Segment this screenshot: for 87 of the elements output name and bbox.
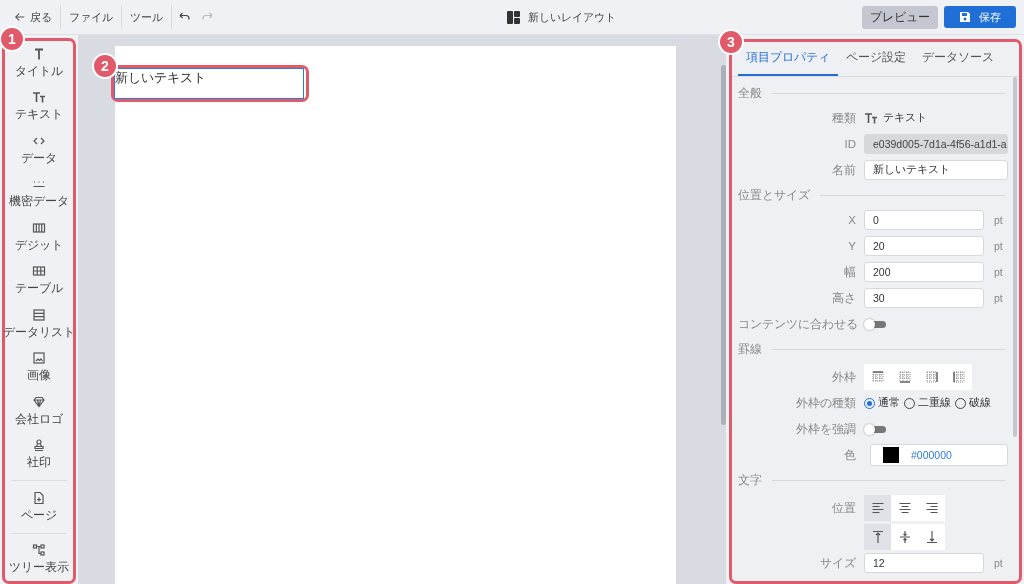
field-label: 色 [843, 447, 856, 463]
radio-option[interactable]: 破線 [955, 396, 991, 410]
page-add-icon [32, 490, 46, 505]
table-icon [32, 264, 46, 279]
field-label: 種類 [831, 110, 856, 126]
diamond-icon [32, 394, 46, 409]
back-button[interactable]: 戻る [6, 6, 60, 28]
document-title: 新しいレイアウト [527, 9, 616, 25]
unit-label: pt [994, 292, 1003, 304]
alignment-button[interactable] [864, 524, 891, 550]
align-left-icon [870, 501, 885, 515]
field-label: Y [847, 240, 856, 252]
field-label: サイズ [819, 555, 856, 571]
sidebar-item[interactable]: テーブル [5, 258, 73, 302]
align-middle-icon [897, 530, 912, 544]
border-top-icon [870, 370, 885, 384]
stamp-icon [32, 438, 46, 453]
field-label: 高さ [831, 290, 856, 306]
toggle-switch[interactable] [864, 423, 886, 435]
color-field[interactable]: #000000 [870, 444, 1008, 466]
field-label: 幅 [843, 264, 856, 280]
tab[interactable]: ページ設定 [838, 42, 914, 76]
number-field[interactable]: 12 [864, 553, 984, 573]
text-size-icon [32, 90, 46, 105]
color-value: #000000 [911, 449, 952, 461]
tab[interactable]: データソース [914, 42, 1002, 76]
radio-option[interactable]: 二重線 [904, 396, 951, 410]
unit-label: pt [994, 266, 1003, 278]
sidebar-item[interactable]: テキスト [5, 84, 73, 128]
image-icon [32, 351, 46, 366]
scrollbar[interactable] [1013, 77, 1017, 437]
field-label: X [847, 214, 856, 226]
toggle-switch[interactable] [864, 318, 886, 330]
border-bottom-icon [897, 370, 912, 384]
border-right-icon [924, 370, 939, 384]
section-title: 罫線 [738, 341, 762, 357]
section-title: 全般 [738, 85, 762, 101]
sidebar-item[interactable]: デジット [5, 215, 73, 259]
align-bottom-icon [924, 530, 939, 544]
type-value: テキスト [864, 111, 927, 125]
text-size-icon [864, 111, 878, 125]
align-center-icon [897, 501, 912, 515]
field-label: 名前 [831, 162, 856, 178]
list-icon [32, 307, 46, 322]
text-element[interactable]: 新しいテキスト [114, 68, 304, 99]
unit-label: pt [994, 557, 1003, 569]
callout-number: 1 [0, 26, 25, 52]
scrollbar[interactable] [721, 65, 726, 425]
tab[interactable]: 項目プロパティ [738, 42, 838, 76]
save-button[interactable]: 保存 [944, 6, 1016, 28]
field-label: コンテンツに合わせる [738, 316, 856, 332]
preview-button[interactable]: プレビュー [862, 5, 938, 29]
number-field[interactable]: 200 [864, 262, 984, 282]
align-top-icon [870, 530, 885, 544]
field-label: 外枠の種類 [795, 395, 856, 411]
section-title: 文字 [738, 472, 762, 488]
menu-item[interactable]: ファイル [61, 6, 121, 28]
text-field[interactable]: 新しいテキスト [864, 160, 1008, 180]
layout-icon [506, 10, 520, 24]
section-title: 位置とサイズ [738, 187, 810, 203]
unit-label: pt [994, 240, 1003, 252]
border-left-icon [951, 370, 966, 384]
sidebar-item[interactable]: 会社ロゴ [5, 389, 73, 433]
align-right-icon [924, 501, 939, 515]
alignment-button[interactable] [864, 495, 891, 521]
sidebar-item[interactable]: 機密データ [5, 171, 73, 215]
callout-number: 3 [718, 29, 744, 55]
sidebar-item[interactable]: ツリー表示 [5, 537, 73, 581]
unit-label: pt [994, 214, 1003, 226]
tree-icon [32, 543, 46, 558]
sidebar-item[interactable]: 画像 [5, 345, 73, 389]
number-field[interactable]: 30 [864, 288, 984, 308]
sidebar-item[interactable]: ページ [5, 485, 73, 529]
sidebar-item[interactable]: 社印 [5, 432, 73, 476]
sidebar-item[interactable]: データ [5, 128, 73, 172]
number-field[interactable]: 20 [864, 236, 984, 256]
number-field[interactable]: 0 [864, 210, 984, 230]
menu-item[interactable]: ツール [122, 6, 171, 28]
radio-option[interactable]: 通常 [864, 396, 900, 410]
field-label: ID [843, 138, 856, 150]
columns-icon [32, 220, 46, 235]
title-icon [32, 46, 46, 61]
save-icon [959, 11, 971, 23]
field-label: 位置 [831, 500, 856, 516]
back-arrow-icon [14, 11, 26, 23]
field-label: 外枠 [831, 369, 856, 385]
field-label: 外枠を強調 [795, 421, 856, 437]
